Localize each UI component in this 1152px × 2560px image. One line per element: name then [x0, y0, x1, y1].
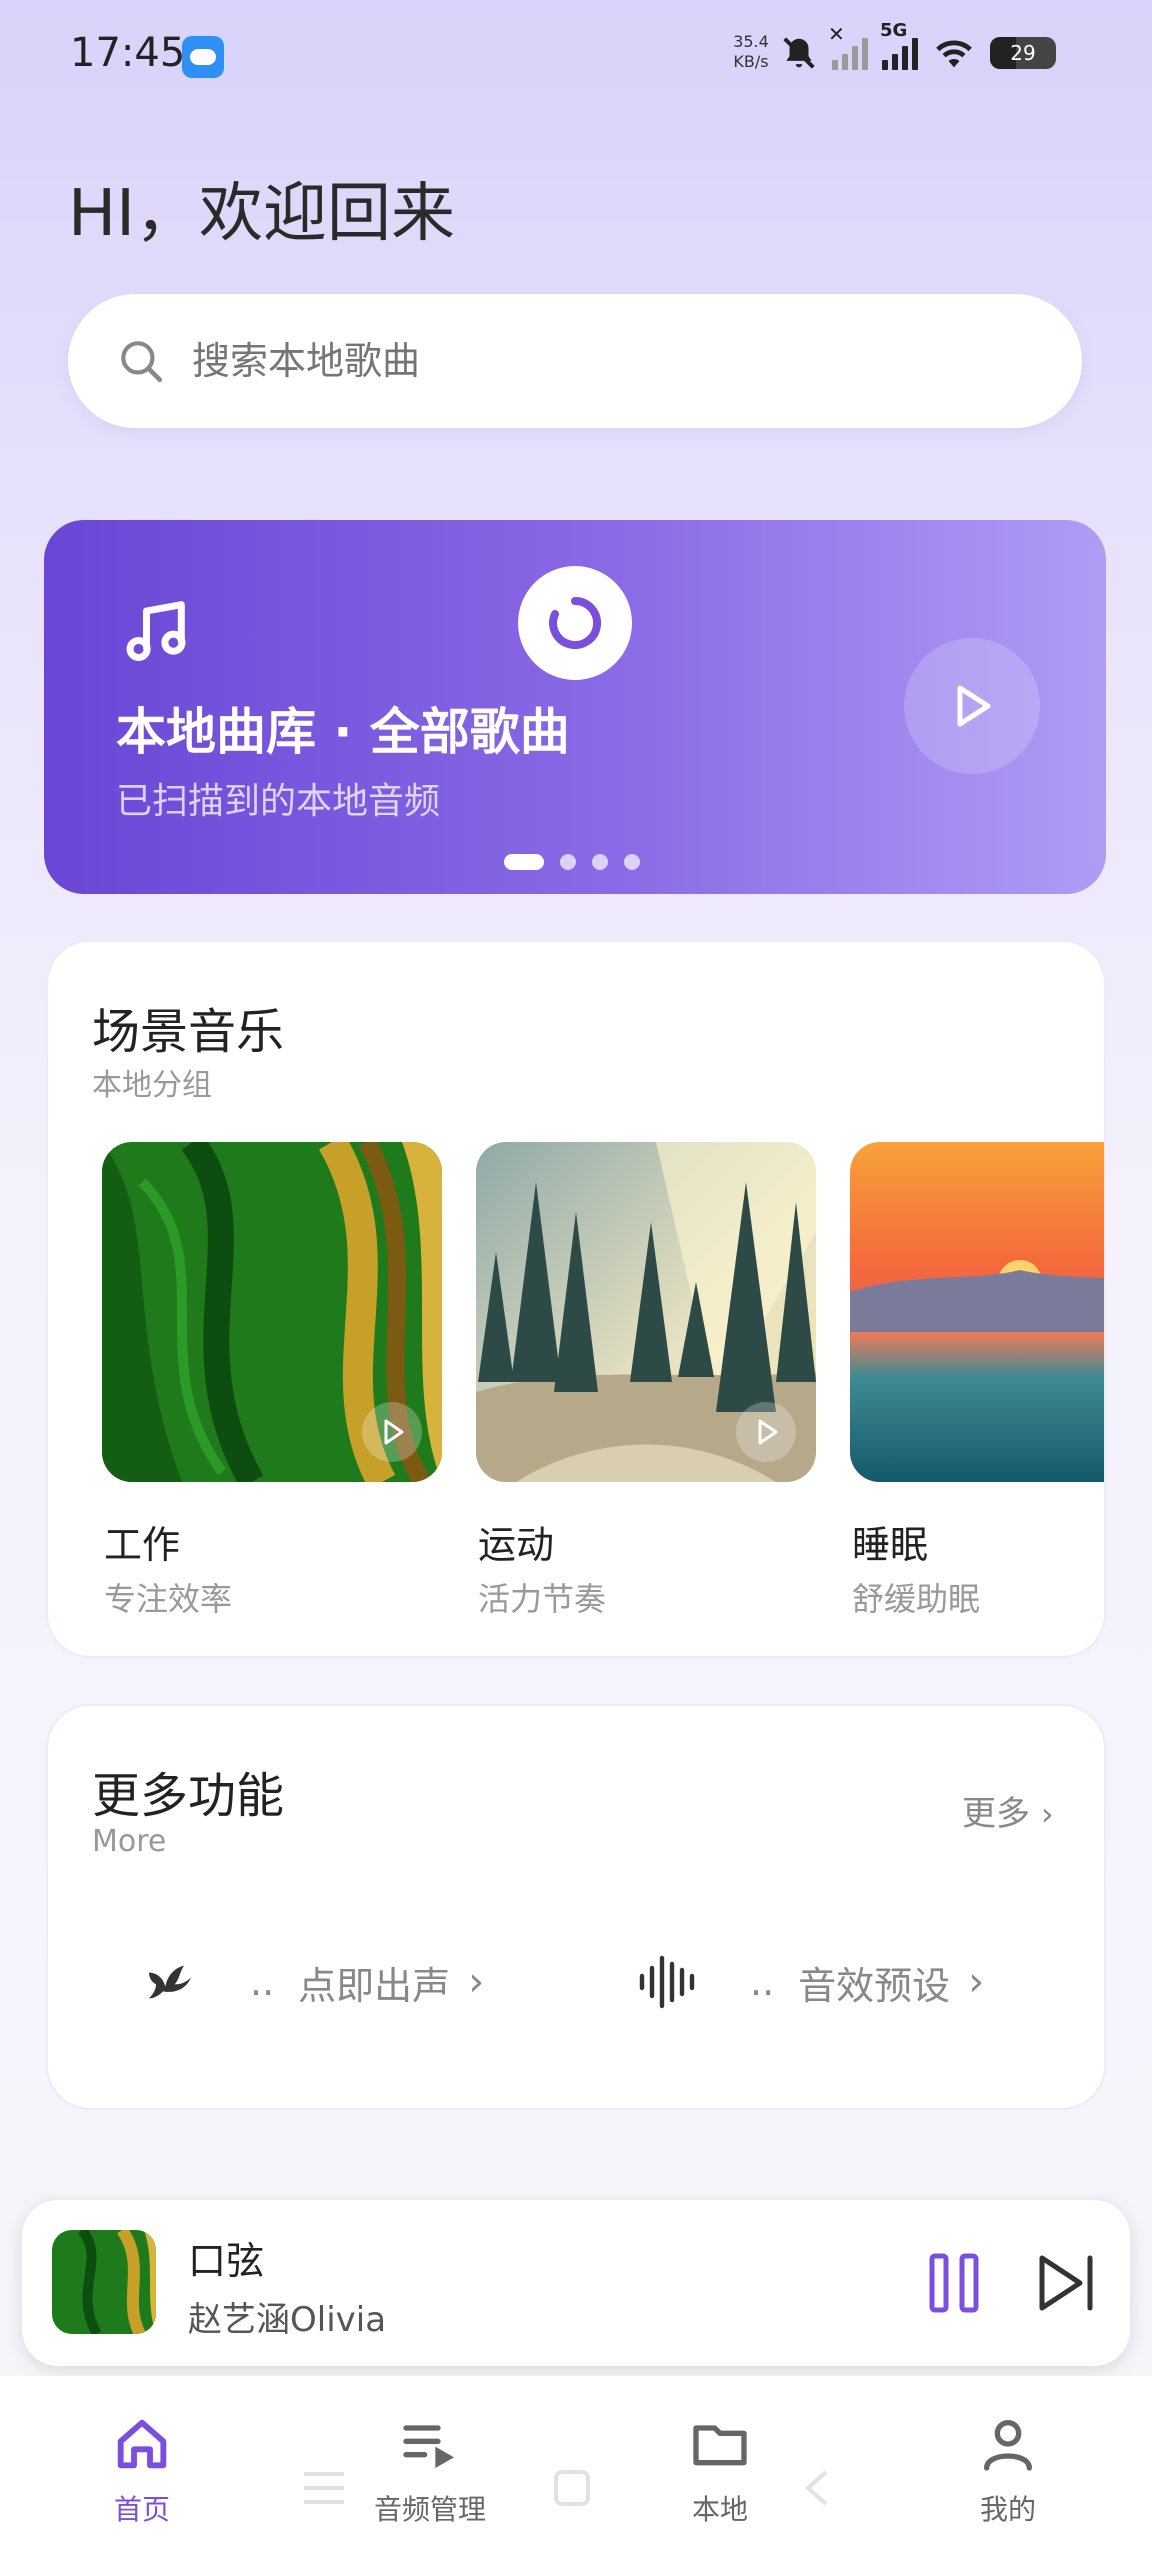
track-artist: 赵艺涵Olivia: [188, 2300, 387, 2340]
next-track-button[interactable]: [1032, 2250, 1102, 2316]
more-functions-card: 更多功能 More 更多 › .. 点即出声 › .. 音效预设 ›: [46, 1704, 1106, 2110]
weather-icon: [182, 36, 224, 78]
sound-wave-icon: [639, 1955, 695, 2009]
home-gesture-icon: [554, 2470, 590, 2506]
bottom-nav: 首页 音频管理 本地 我的: [0, 2376, 1152, 2560]
status-icons: ✕ 5G 29: [780, 20, 1056, 78]
banner-title: 本地曲库 · 全部歌曲: [116, 703, 570, 761]
network-speed: 35.4 KB/s: [733, 32, 769, 71]
search-icon: [121, 341, 163, 383]
scene-desc: 专注效率: [104, 1580, 233, 1618]
function-item-sound-preset[interactable]: .. 音效预设 ›: [636, 1954, 984, 2010]
folder-icon: [693, 2425, 747, 2466]
nav-item-profile[interactable]: 我的: [918, 2412, 1098, 2528]
scene-desc: 活力节奏: [478, 1580, 607, 1618]
scene-item-work[interactable]: 工作 专注效率: [102, 1142, 442, 1618]
chevron-right-icon: ›: [1040, 1795, 1054, 1833]
pause-button[interactable]: [924, 2250, 984, 2316]
play-icon: [957, 685, 991, 727]
scene-name: 睡眠: [852, 1523, 929, 1567]
chevron-right-icon: ›: [968, 1959, 985, 2005]
chevron-right-icon: ›: [468, 1959, 485, 2005]
music-note-icon: [126, 601, 186, 662]
status-time: 17:45: [70, 30, 186, 76]
section-subtitle: More: [92, 1824, 167, 1859]
skip-next-icon: [1039, 2255, 1093, 2311]
track-title: 口弦: [188, 2239, 265, 2283]
scene-cover: [476, 1142, 816, 1482]
nav-item-local[interactable]: 本地: [630, 2412, 810, 2528]
play-icon[interactable]: [736, 1402, 796, 1462]
banner-pagination: [504, 854, 640, 870]
home-icon: [117, 2419, 167, 2469]
scene-desc: 舒缓助眠: [852, 1580, 981, 1618]
scene-music-card: 场景音乐 本地分组 工作 专注效率 运动 活力节奏 睡眠 舒缓助眠: [46, 940, 1106, 1658]
nav-item-audio-manage[interactable]: 音频管理: [340, 2412, 520, 2528]
scene-name: 运动: [478, 1523, 555, 1567]
more-link[interactable]: 更多 ›: [962, 1786, 1054, 1835]
banner-play-button[interactable]: [904, 638, 1040, 774]
function-item-tap-sound[interactable]: .. 点即出声 ›: [142, 1954, 484, 2010]
scene-item-sport[interactable]: 运动 活力节奏: [476, 1142, 816, 1618]
no-signal-icon: ✕: [828, 22, 868, 70]
pagination-dot[interactable]: [624, 854, 640, 870]
loading-spinner-icon: [518, 566, 632, 680]
section-title: 更多功能: [92, 1768, 285, 1824]
battery-icon: 29: [990, 37, 1056, 69]
search-bar[interactable]: [68, 294, 1082, 428]
scene-name: 工作: [104, 1523, 181, 1567]
profile-icon: [984, 2420, 1032, 2471]
playlist-icon: [403, 2425, 454, 2468]
section-subtitle: 本地分组: [92, 1068, 212, 1103]
scene-list: 工作 专注效率 运动 活力节奏 睡眠 舒缓助眠: [102, 1142, 1104, 1642]
mute-bell-icon: [783, 37, 815, 69]
scene-cover: [102, 1142, 442, 1482]
library-banner[interactable]: 本地曲库 · 全部歌曲 已扫描到的本地音频: [44, 520, 1106, 894]
banner-subtitle: 已扫描到的本地音频: [116, 781, 441, 822]
bird-icon: [149, 1965, 191, 1999]
pagination-dot[interactable]: [592, 854, 608, 870]
section-title: 场景音乐: [92, 1004, 285, 1060]
nav-item-home[interactable]: 首页: [52, 2412, 232, 2528]
search-input[interactable]: [192, 294, 1012, 428]
greeting-title: HI，欢迎回来: [68, 177, 455, 251]
pagination-dot[interactable]: [504, 854, 544, 870]
play-icon[interactable]: [362, 1402, 422, 1462]
pause-icon: [929, 2253, 979, 2313]
cellular-signal-icon: 5G: [880, 20, 918, 70]
scene-cover: [850, 1142, 1104, 1482]
scene-item-sleep[interactable]: 睡眠 舒缓助眠: [850, 1142, 1104, 1618]
wifi-icon: [936, 40, 972, 68]
pagination-dot[interactable]: [560, 854, 576, 870]
album-art: [52, 2230, 156, 2334]
mini-player[interactable]: 口弦 赵艺涵Olivia: [22, 2200, 1130, 2366]
